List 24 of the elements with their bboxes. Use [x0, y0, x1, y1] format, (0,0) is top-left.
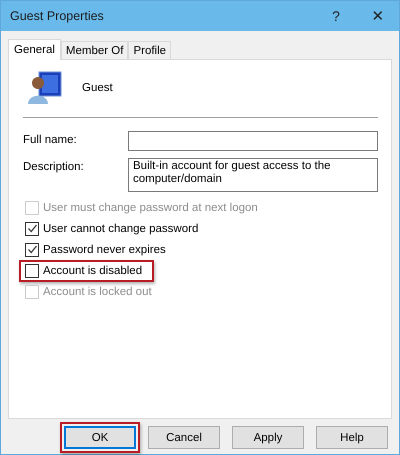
tab[interactable]: Member Of: [60, 41, 128, 59]
checkbox-label: Account is locked out: [43, 286, 152, 298]
tab[interactable]: Profile: [128, 41, 172, 59]
dialog-button[interactable]: Apply: [232, 426, 304, 449]
checkbox-label: User must change password at next logon: [43, 202, 258, 214]
checkbox[interactable]: [25, 222, 39, 236]
window-title: Guest Properties: [9, 9, 105, 23]
checkbox-label: User cannot change password: [43, 222, 198, 234]
checkbox-label: Account is disabled: [43, 264, 142, 276]
tab[interactable]: General: [8, 39, 61, 60]
dialog-button[interactable]: OK: [64, 426, 136, 449]
checkbox[interactable]: [25, 264, 39, 278]
field-label: Full name:: [23, 133, 78, 146]
user-computer-icon: [27, 71, 63, 105]
close-button[interactable]: ✕: [357, 1, 399, 31]
help-button[interactable]: ?: [315, 1, 357, 31]
dialog-button[interactable]: Help: [316, 426, 388, 449]
description-field[interactable]: Built-in account for guest access to the computer/domain: [128, 158, 378, 192]
text-field[interactable]: [128, 131, 378, 151]
dialog-button[interactable]: Cancel: [148, 426, 220, 449]
checkbox-label: Password never expires: [43, 244, 166, 256]
user-name: Guest: [82, 82, 113, 94]
field-label: Description:: [23, 160, 85, 173]
checkbox[interactable]: [25, 242, 39, 256]
